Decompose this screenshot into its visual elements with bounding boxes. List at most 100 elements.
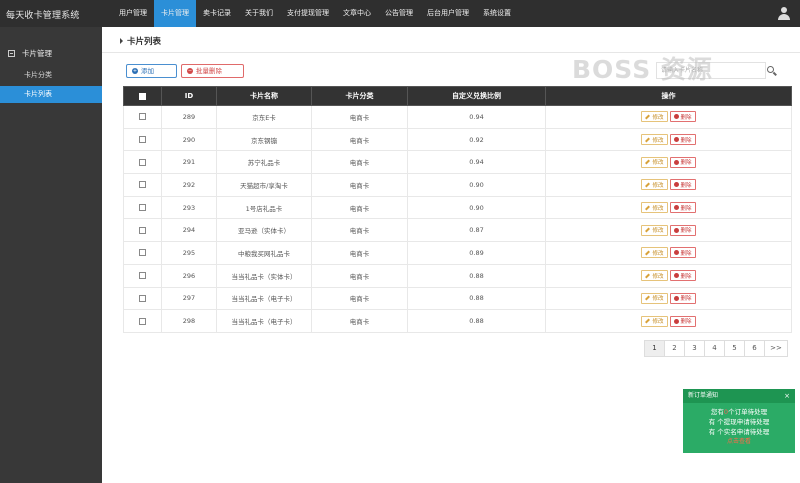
row-checkbox[interactable] (139, 249, 146, 257)
notification-withdrawals: 有 个提现申请待处理 (708, 418, 770, 426)
delete-icon (673, 273, 679, 279)
delete-button[interactable]: 删除 (669, 270, 696, 282)
nav-item-cards[interactable]: 卡片管理 (154, 0, 196, 27)
cell-name: 中粮我买网礼品卡 (216, 241, 312, 265)
edit-button[interactable]: 修改 (641, 292, 668, 304)
edit-button[interactable]: 修改 (641, 247, 668, 259)
notification-orders-post: 个订单待处理 (728, 408, 768, 416)
cell-actions: 修改 删除 (545, 309, 792, 333)
notification-verifications: 有 个实名申请待处理 (708, 428, 770, 436)
row-checkbox[interactable] (139, 113, 146, 121)
delete-icon (673, 295, 679, 301)
delete-button[interactable]: 删除 (669, 156, 696, 168)
page-button[interactable]: 3 (684, 340, 705, 357)
cell-name: 1号店礼品卡 (216, 195, 312, 220)
nav-item-settings[interactable]: 系统设置 (476, 0, 518, 27)
nav-item-sale-records[interactable]: 卖卡记录 (196, 0, 238, 27)
user-icon[interactable] (778, 7, 790, 20)
edit-label: 修改 (652, 182, 664, 189)
edit-button[interactable]: 修改 (641, 179, 668, 191)
row-select-cell (123, 241, 162, 265)
row-checkbox[interactable] (139, 317, 146, 325)
delete-button[interactable]: 删除 (669, 134, 696, 146)
sidebar-group-card-management[interactable]: 卡片管理 (8, 48, 52, 59)
edit-label: 修改 (652, 319, 664, 326)
close-icon[interactable]: × (784, 389, 790, 403)
row-checkbox[interactable] (139, 136, 146, 144)
page-button[interactable]: 1 (644, 340, 665, 357)
edit-button[interactable]: 修改 (641, 224, 668, 236)
delete-label: 删除 (680, 319, 692, 326)
select-all-checkbox[interactable] (139, 92, 146, 100)
search-icon[interactable] (765, 65, 777, 77)
pencil-icon (645, 295, 651, 301)
cell-category: 电商卡 (311, 127, 408, 152)
cell-ratio: 0.89 (407, 241, 546, 265)
nav-item-articles[interactable]: 文章中心 (336, 0, 378, 27)
cell-actions: 修改 删除 (545, 286, 792, 311)
row-select-cell (123, 127, 162, 152)
edit-button[interactable]: 修改 (641, 270, 668, 282)
cell-ratio: 0.90 (407, 195, 546, 220)
row-checkbox[interactable] (139, 204, 146, 212)
delete-label: 删除 (680, 273, 692, 280)
cell-id: 291 (161, 150, 217, 175)
page-button[interactable]: 6 (744, 340, 765, 357)
sidebar-group-label: 卡片管理 (22, 49, 52, 58)
notification-orders-pre: 您有 (710, 408, 724, 416)
pagination: 1 2 3 4 5 6 >> (644, 340, 788, 357)
nav-item-admin-users[interactable]: 后台用户管理 (420, 0, 476, 27)
view-details-link[interactable]: 点击查看 (683, 437, 795, 446)
cell-name: 天猫超市/享淘卡 (216, 173, 312, 197)
notification-title: 新订单通知 (688, 392, 719, 399)
page-button[interactable]: 5 (724, 340, 745, 357)
page-button[interactable]: 4 (704, 340, 725, 357)
cell-category: 电商卡 (311, 173, 408, 197)
delete-button[interactable]: 删除 (669, 202, 696, 214)
cell-category: 电商卡 (311, 195, 408, 220)
cell-category: 电商卡 (311, 150, 408, 175)
next-page-button[interactable]: >> (764, 340, 788, 357)
batch-delete-button[interactable]: − 批量删除 (181, 64, 244, 78)
sidebar-item-card-list[interactable]: 卡片列表 (0, 86, 102, 103)
row-select-cell (123, 263, 162, 288)
row-checkbox[interactable] (139, 181, 146, 189)
delete-icon (673, 318, 679, 324)
cell-ratio: 0.94 (407, 105, 546, 129)
nav-item-announcements[interactable]: 公告管理 (378, 0, 420, 27)
batch-delete-label: 批量删除 (196, 67, 222, 75)
cell-name: 当当礼品卡（电子卡） (216, 286, 312, 311)
table-row: 298 当当礼品卡（电子卡） 电商卡 0.88 修改 删除 (123, 309, 792, 333)
row-checkbox[interactable] (139, 226, 146, 234)
edit-button[interactable]: 修改 (641, 156, 668, 168)
row-checkbox[interactable] (139, 158, 146, 166)
cell-category: 电商卡 (311, 105, 408, 129)
cell-name: 苏宁礼品卡 (216, 150, 312, 175)
edit-button[interactable]: 修改 (641, 315, 668, 327)
edit-button[interactable]: 修改 (641, 134, 668, 146)
delete-button[interactable]: 删除 (669, 179, 696, 191)
delete-button[interactable]: 删除 (669, 292, 696, 304)
nav-item-payment[interactable]: 支付提现管理 (280, 0, 336, 27)
cell-actions: 修改 删除 (545, 173, 792, 197)
page-button[interactable]: 2 (664, 340, 685, 357)
delete-icon (673, 205, 679, 211)
notification-orders: 您有0个订单待处理 (683, 407, 795, 417)
delete-icon (673, 159, 679, 165)
sidebar-item-card-category[interactable]: 卡片分类 (0, 67, 102, 84)
nav-item-about[interactable]: 关于我们 (238, 0, 280, 27)
add-button[interactable]: + 添加 (126, 64, 177, 78)
nav-item-users[interactable]: 用户管理 (112, 0, 154, 27)
delete-button[interactable]: 删除 (669, 224, 696, 236)
delete-icon (673, 114, 679, 120)
delete-button[interactable]: 删除 (669, 315, 696, 327)
edit-button[interactable]: 修改 (641, 111, 668, 123)
cell-id: 290 (161, 127, 217, 152)
row-checkbox[interactable] (139, 272, 146, 280)
cell-category: 电商卡 (311, 263, 408, 288)
delete-button[interactable]: 删除 (669, 111, 696, 123)
delete-button[interactable]: 删除 (669, 247, 696, 259)
edit-button[interactable]: 修改 (641, 202, 668, 214)
table-row: 295 中粮我买网礼品卡 电商卡 0.89 修改 删除 (123, 241, 792, 265)
row-checkbox[interactable] (139, 294, 146, 302)
